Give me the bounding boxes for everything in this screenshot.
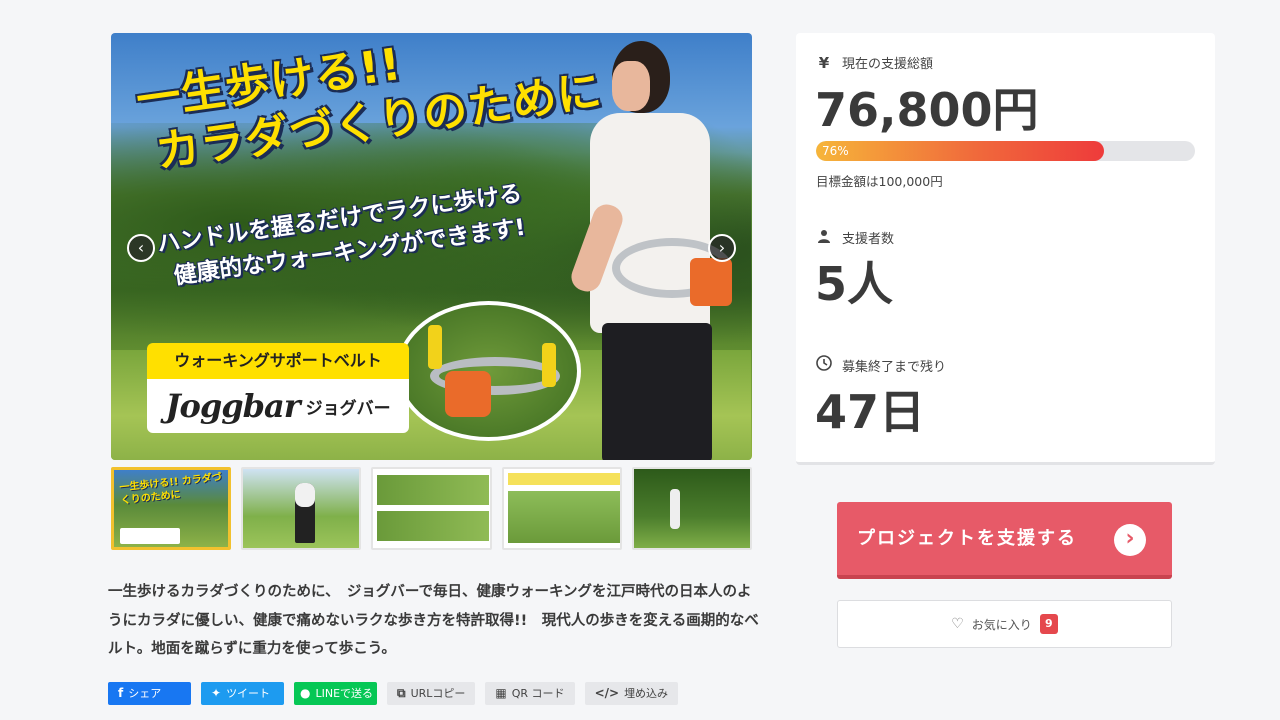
carousel-next-button[interactable]: ›: [708, 234, 736, 262]
carousel-prev-button[interactable]: ‹: [127, 234, 155, 262]
clock-icon: [816, 355, 832, 375]
heart-icon: ♡: [951, 616, 964, 632]
total-amount-value: 76,800円: [815, 83, 1039, 137]
supporters-value: 5人: [815, 257, 894, 311]
qr-code-button[interactable]: ▦ QR コード: [485, 682, 575, 705]
line-share-button[interactable]: ● LINEで送る: [294, 682, 377, 705]
funding-progress-bar: 76%: [816, 141, 1195, 161]
user-icon: [816, 229, 832, 247]
thumbnail-5[interactable]: [631, 467, 753, 550]
support-project-label: プロジェクトを支援する: [857, 528, 1077, 549]
remaining-header: 募集終了まで残り: [816, 355, 946, 375]
favorite-count-badge: 9: [1039, 614, 1058, 634]
code-icon: </>: [594, 686, 620, 700]
total-amount-label: 現在の支援総額: [842, 57, 934, 72]
favorite-button[interactable]: ♡ お気に入り 9: [837, 600, 1172, 648]
thumbnail-strip: 一生歩ける!! カラダづくりのために: [111, 467, 753, 551]
supporters-header: 支援者数: [816, 228, 894, 247]
thumbnail-1-title: 一生歩ける!! カラダづくりのために: [119, 471, 223, 507]
chevron-right-icon: ›: [1114, 524, 1146, 556]
line-icon: ●: [300, 686, 311, 700]
thumbnail-3[interactable]: [371, 467, 492, 550]
facebook-icon: f: [118, 686, 124, 700]
brand-kana: ジョグバー: [305, 398, 391, 419]
qr-code-icon: ▦: [495, 686, 507, 700]
share-bar: f シェア ✦ ツイート ● LINEで送る ⧉ URLコピー ▦ QR コード…: [108, 682, 679, 705]
favorite-label: お気に入り: [971, 617, 1032, 632]
product-badge-label: ウォーキングサポートベルト: [147, 343, 409, 379]
twitter-icon: ✦: [211, 686, 222, 700]
copy-icon: ⧉: [397, 686, 406, 700]
progress-percent: 76%: [822, 144, 849, 158]
embed-button[interactable]: </> 埋め込み: [584, 682, 679, 705]
url-copy-button[interactable]: ⧉ URLコピー: [387, 682, 476, 705]
hero-image: 一生歩ける!! カラダづくりのために ハンドルを握るだけでラクに歩ける 健康的な…: [111, 33, 752, 460]
brand-name: Joggbar: [165, 387, 300, 425]
project-description: 一生歩けるカラダづくりのために、 ジョグバーで毎日、健康ウォーキングを江戸時代の…: [108, 584, 759, 657]
supporters-label: 支援者数: [842, 232, 895, 247]
twitter-share-button[interactable]: ✦ ツイート: [201, 682, 284, 705]
yen-icon: ¥: [818, 53, 830, 72]
support-project-button[interactable]: プロジェクトを支援する ›: [837, 502, 1172, 579]
thumbnail-1[interactable]: 一生歩ける!! カラダづくりのために: [111, 467, 232, 550]
funding-stats-card: ¥ 現在の支援総額 76,800円 76% 目標金額は100,000円 支援者数…: [796, 33, 1215, 465]
thumbnail-2[interactable]: [241, 467, 362, 550]
thumbnail-4[interactable]: [501, 467, 622, 550]
brand-logo: Joggbar ジョグバー: [147, 379, 409, 433]
chevron-left-icon: ‹: [137, 238, 145, 257]
goal-amount: 目標金額は100,000円: [816, 174, 943, 189]
product-image: [396, 301, 581, 441]
remaining-label: 募集終了まで残り: [842, 359, 947, 375]
facebook-share-button[interactable]: f シェア: [108, 682, 191, 705]
total-amount-header: ¥ 現在の支援総額: [816, 53, 934, 73]
chevron-right-icon: ›: [718, 238, 726, 257]
remaining-value: 47日: [815, 385, 926, 439]
progress-fill: 76%: [816, 141, 1105, 161]
